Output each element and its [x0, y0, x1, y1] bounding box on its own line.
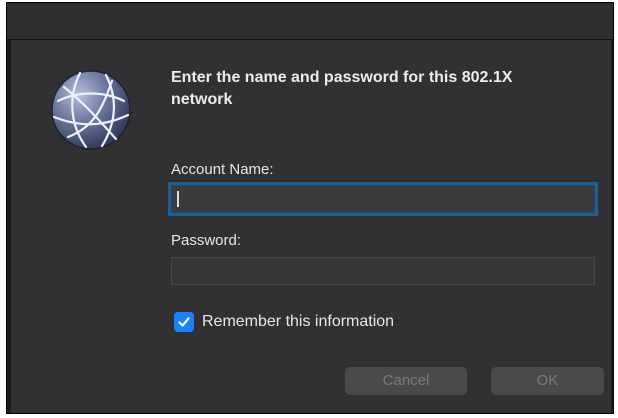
remember-checkbox-label: Remember this information [202, 313, 395, 330]
ok-button[interactable]: OK [491, 367, 604, 395]
checkmark-icon [178, 317, 190, 327]
password-input[interactable] [171, 257, 595, 285]
dialog-heading: Enter the name and password for this 802… [171, 69, 513, 108]
remember-checkbox[interactable] [174, 312, 194, 332]
password-label: Password: [171, 232, 242, 249]
remember-checkbox-row[interactable]: Remember this information [174, 312, 394, 332]
account-name-label: Account Name: [171, 161, 274, 178]
title-bar[interactable] [7, 3, 613, 40]
text-caret [177, 191, 179, 207]
window-frame: Enter the name and password for this 802… [6, 2, 614, 414]
account-name-input[interactable] [171, 185, 595, 213]
cancel-button[interactable]: Cancel [345, 367, 467, 395]
globe-icon [51, 70, 131, 150]
